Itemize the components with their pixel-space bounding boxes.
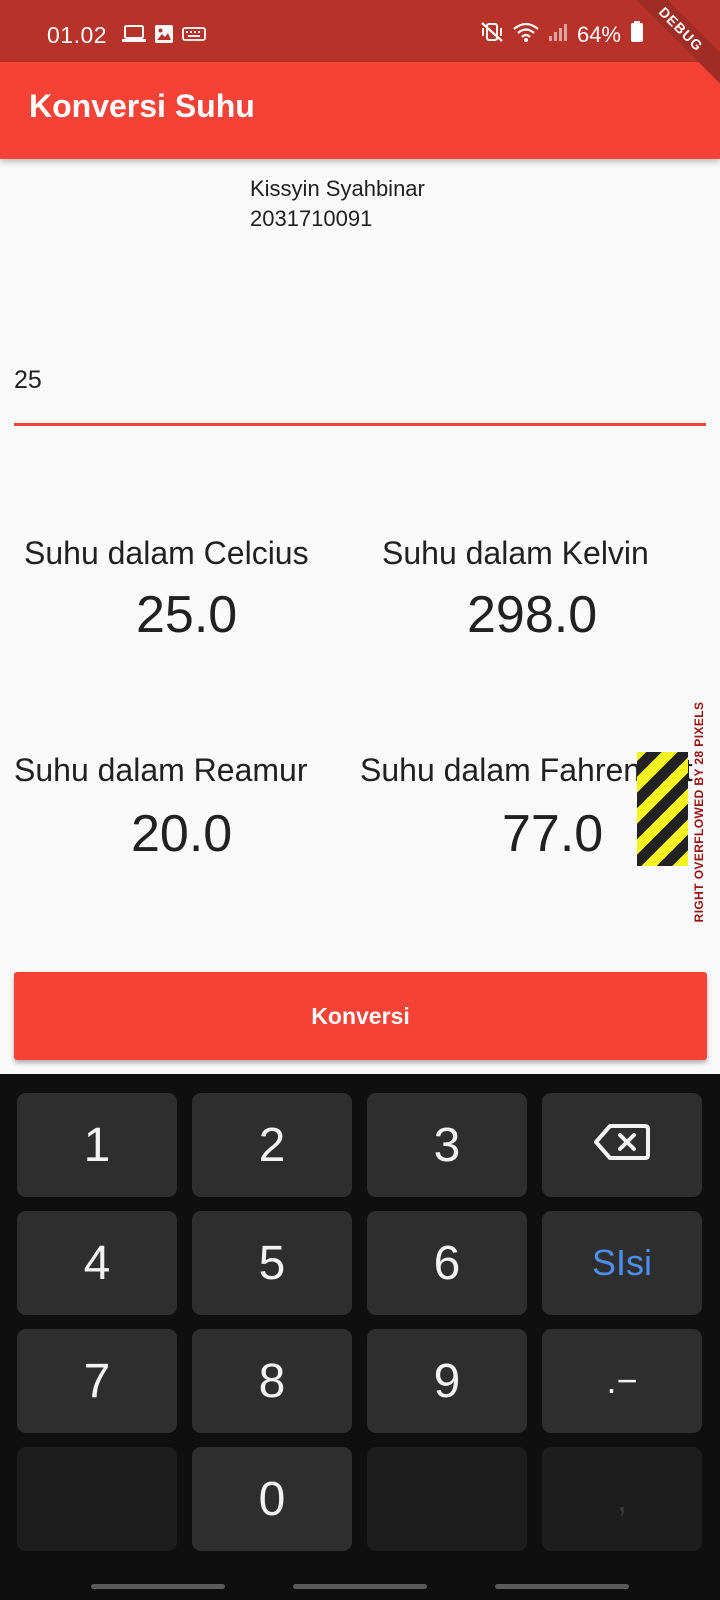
key-dot-minus[interactable]: .−: [542, 1329, 702, 1433]
status-bar: 01.02 64% DEBUG: [0, 0, 720, 90]
status-time: 01.02: [47, 22, 108, 48]
key-6[interactable]: 6: [367, 1211, 527, 1315]
key-1[interactable]: 1: [17, 1093, 177, 1197]
key-3[interactable]: 3: [367, 1093, 527, 1197]
celcius-value: 25.0: [136, 586, 238, 644]
app-title: Konversi Suhu: [29, 88, 255, 124]
battery-icon: [630, 21, 644, 48]
reamur-value: 20.0: [131, 805, 233, 863]
key-slsi[interactable]: SIsi: [542, 1211, 702, 1315]
status-right-icons: 64%: [480, 21, 644, 48]
wifi-icon: [513, 22, 539, 47]
konversi-button[interactable]: Konversi: [14, 972, 707, 1060]
key-0[interactable]: 0: [192, 1447, 352, 1551]
student-id: 2031710091: [250, 206, 373, 231]
mute-vibrate-icon: [480, 21, 504, 48]
backspace-icon: [593, 1118, 651, 1173]
nav-pill-left: [91, 1584, 225, 1589]
backspace-key[interactable]: [542, 1093, 702, 1197]
reamur-label: Suhu dalam Reamur: [14, 752, 308, 788]
keyboard-icon: [182, 26, 206, 47]
input-underline: [14, 423, 706, 426]
student-name: Kissyin Syahbinar: [250, 176, 425, 201]
nav-pill-center: [293, 1584, 427, 1589]
overflow-warning: RIGHT OVERFLOWED BY 28 PIXELS: [692, 701, 706, 923]
image-icon: [154, 24, 174, 49]
signal-icon: [548, 22, 568, 47]
overflow-stripes: [637, 752, 688, 866]
identity-block: Kissyin Syahbinar 2031710091: [250, 174, 425, 234]
app-bar: Konversi Suhu: [0, 62, 720, 159]
battery-percent: 64%: [576, 21, 621, 47]
celcius-label: Suhu dalam Celcius: [24, 535, 309, 571]
key-7[interactable]: 7: [17, 1329, 177, 1433]
status-left-icons: [122, 24, 206, 49]
key-8[interactable]: 8: [192, 1329, 352, 1433]
nav-pill-right: [495, 1584, 629, 1589]
laptop-icon: [122, 25, 146, 48]
temperature-input[interactable]: 25: [14, 366, 42, 395]
key-4[interactable]: 4: [17, 1211, 177, 1315]
key-empty-middle: [367, 1447, 527, 1551]
key-empty-left: [17, 1447, 177, 1551]
key-5[interactable]: 5: [192, 1211, 352, 1315]
key-9[interactable]: 9: [367, 1329, 527, 1433]
key-2[interactable]: 2: [192, 1093, 352, 1197]
key-comma: ,: [542, 1447, 702, 1551]
fahrenheit-value: 77.0: [502, 805, 604, 863]
kelvin-label: Suhu dalam Kelvin: [382, 535, 649, 571]
kelvin-value: 298.0: [467, 586, 598, 644]
numeric-keyboard: 1 2 3 4 5 6 SIsi 7 8 9 .− 0 ,: [0, 1074, 720, 1600]
